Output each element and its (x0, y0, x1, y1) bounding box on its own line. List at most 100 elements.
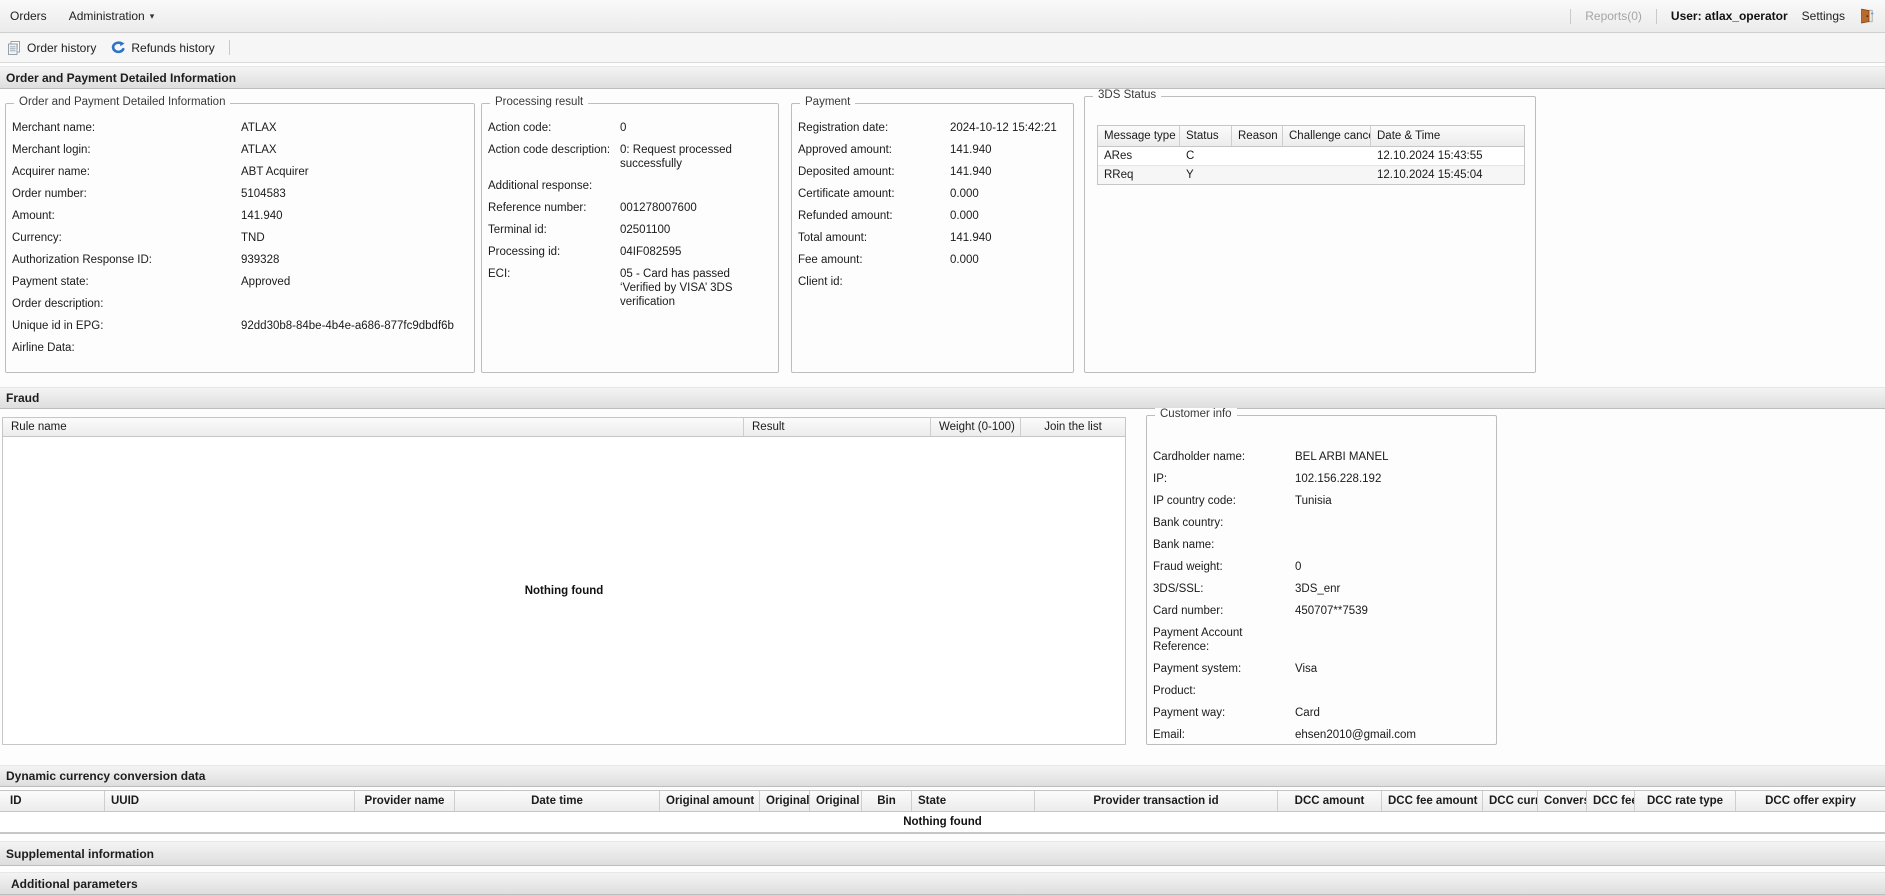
column-header: Conversi (1538, 791, 1587, 811)
column-header: Bin (862, 791, 912, 811)
menu-orders[interactable]: Orders (10, 9, 47, 23)
order-details-panel: Order and Payment Detailed Information M… (5, 96, 475, 373)
table-cell (1232, 147, 1283, 165)
refunds-history-button[interactable]: Refunds history (110, 40, 215, 56)
menu-settings[interactable]: Settings (1802, 9, 1845, 23)
dcc-empty-message: Nothing found (0, 812, 1885, 833)
field-row: Currency: TND (12, 231, 470, 245)
field-label: Refunded amount: (798, 210, 893, 222)
logout-door-icon[interactable] (1859, 8, 1875, 24)
toolbar: Order history Refunds history (0, 33, 1885, 63)
column-header: Challenge cancel (1283, 126, 1371, 146)
table-cell: 12.10.2024 15:45:04 (1377, 169, 1483, 181)
field-label: Bank country: (1153, 517, 1224, 529)
section-header-label: Additional parameters (11, 876, 138, 891)
field-label: Payment way: (1153, 707, 1226, 719)
section-header-label: Order and Payment Detailed Information (6, 70, 237, 85)
field-row: Fraud weight: 0 (1153, 560, 1492, 574)
menu-administration[interactable]: Administration ▾ (69, 9, 155, 23)
field-value: Visa (1295, 663, 1318, 675)
field-value: 0 (620, 122, 627, 134)
field-row: Amount: 141.940 (12, 209, 470, 223)
table-cell: RReq (1104, 169, 1134, 181)
field-label: Fee amount: (798, 254, 863, 266)
table-row[interactable]: RReq Y 12.10.2024 15:45:04 (1098, 166, 1524, 184)
field-row: Client id: (798, 275, 1069, 289)
field-label: Authorization Response ID: (12, 254, 152, 266)
field-row: 3DS/SSL: 3DS_enr (1153, 582, 1492, 596)
user-label: User: atlax_operator (1670, 9, 1788, 23)
field-label: Payment state: (12, 276, 89, 288)
field-value: 0.000 (950, 254, 979, 266)
panel-legend: Customer info (1155, 408, 1237, 420)
panel-legend: Payment (800, 96, 856, 108)
dcc-table: ID UUID Provider name Date time Original amo… (0, 790, 1885, 834)
field-value (241, 297, 470, 311)
column-header: Join the list (1044, 421, 1102, 433)
table-row[interactable]: ARes C 12.10.2024 15:43:55 (1098, 147, 1524, 166)
order-history-label: Order history (27, 40, 97, 55)
field-value: 0.000 (950, 188, 979, 200)
field-value: Tunisia (1295, 495, 1332, 507)
field-label: ECI: (488, 268, 511, 280)
field-list: Action code: 0 Action code description: 0: … (482, 104, 778, 309)
field-value: 5104583 (241, 188, 286, 200)
field-value: 001278007600 (620, 202, 697, 214)
field-value: 0: Request processed successfully (620, 144, 732, 170)
field-label: Merchant name: (12, 122, 96, 134)
field-row: Airline Data: (12, 341, 470, 355)
table-body: ARes C 12.10.2024 15:43:55 RReq Y 12.10.2024 … (1098, 147, 1524, 184)
field-label: Payment system: (1153, 663, 1242, 675)
column-header: Original amount (660, 791, 760, 811)
panel-legend: 3DS Status (1093, 89, 1162, 101)
column-header: ID (0, 791, 105, 811)
field-value (1295, 684, 1492, 698)
field-label: Airline Data: (12, 342, 75, 354)
column-header: Rule name (3, 418, 744, 436)
table-cell: 12.10.2024 15:43:55 (1377, 150, 1483, 162)
field-row: Unique id in EPG: 92dd30b8-84be-4b4e-a686… (12, 319, 470, 333)
field-row: Total amount: 141.940 (798, 231, 1069, 245)
field-value: 141.940 (950, 144, 992, 156)
field-value: 141.940 (241, 210, 283, 222)
field-label: Unique id in EPG: (12, 320, 104, 332)
field-value: ATLAX (241, 122, 277, 134)
field-list: Merchant name: ATLAX Merchant login: ATLAX A… (6, 104, 474, 355)
order-history-button[interactable]: Order history (6, 40, 96, 56)
field-value: 92dd30b8-84be-4b4e-a686-877fc9dbdf6b (241, 320, 454, 332)
field-label: Total amount: (798, 232, 868, 244)
column-header: Result (744, 418, 931, 436)
customer-info-panel: Customer info Cardholder name: BEL ARBI M… (1146, 408, 1497, 745)
field-label: 3DS/SSL: (1153, 583, 1204, 595)
processing-result-panel: Processing result Action code: 0 Action co… (481, 96, 779, 373)
field-label: Additional response: (488, 180, 593, 192)
column-header: DCC rate type (1635, 791, 1736, 811)
column-header: DCC amount (1278, 791, 1382, 811)
field-label: Email: (1153, 729, 1185, 741)
refunds-history-label: Refunds history (131, 40, 215, 55)
chevron-down-icon: ▾ (149, 10, 155, 21)
app-window: Orders Administration ▾ Reports(0) User:… (0, 0, 1885, 895)
field-value (1295, 516, 1492, 530)
field-row: Additional response: (488, 179, 774, 193)
field-value (620, 179, 774, 193)
field-value: 102.156.228.192 (1295, 473, 1382, 485)
field-value: 05 - Card has passed ‘Verified by VISA’ … (620, 268, 733, 308)
field-row: Certificate amount: 0.000 (798, 187, 1069, 201)
field-value: 2024-10-12 15:42:21 (950, 122, 1057, 134)
section-header-label: Fraud (6, 391, 40, 405)
field-label: Card number: (1153, 605, 1224, 617)
menubar-left: Orders Administration ▾ (0, 9, 154, 23)
fraud-empty-message: Nothing found (3, 437, 1125, 744)
table-cell: C (1186, 150, 1195, 162)
field-row: Payment way: Card (1153, 706, 1492, 720)
column-header: Date time (455, 791, 660, 811)
table-cell: ARes (1104, 150, 1133, 162)
column-header: DCC fee amount (1382, 791, 1483, 811)
field-value: Card (1295, 707, 1320, 719)
menu-reports[interactable]: Reports(0) (1585, 9, 1642, 23)
section-header-label: Dynamic currency conversion data (6, 769, 206, 783)
field-value: 141.940 (950, 232, 992, 244)
section-header-fraud: Fraud (0, 387, 1885, 409)
section-header-additional-parameters: Additional parameters (0, 872, 1885, 895)
